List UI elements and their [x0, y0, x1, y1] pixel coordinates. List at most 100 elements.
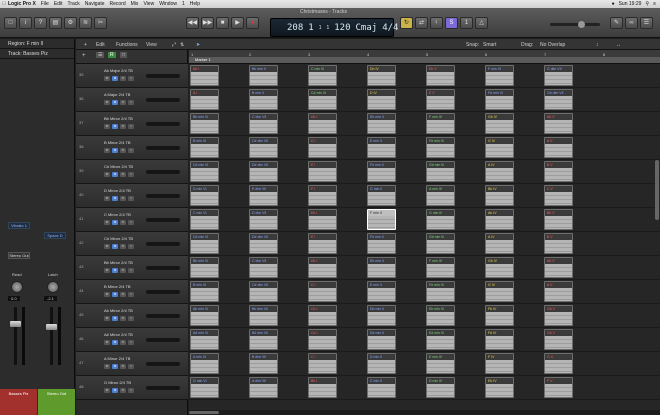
mixer-icon[interactable]: ≋ [79, 17, 92, 29]
forward-icon[interactable]: ▶▶ [201, 17, 214, 29]
midi-region[interactable]: Ab min VI [190, 305, 219, 326]
midi-region[interactable]: B V [544, 233, 573, 254]
region-inspector-header[interactable]: Region: F min II [0, 39, 74, 49]
midi-region[interactable]: G# dim VII [544, 89, 573, 110]
midi-region[interactable]: B V [544, 161, 573, 182]
midi-region[interactable]: C# I [308, 329, 337, 350]
track-volume-slider[interactable] [146, 338, 180, 342]
midi-region[interactable]: C min III [308, 65, 337, 86]
record-enable-button[interactable]: R [104, 148, 110, 153]
solo-button[interactable]: S [120, 124, 126, 129]
input-monitor-button[interactable]: I [128, 172, 134, 177]
menu-1[interactable]: 1 [182, 1, 185, 7]
midi-region[interactable]: Bb V [544, 209, 573, 230]
track-lane[interactable]: D min VI E dim VII F I G min II A min III Bb … [189, 184, 660, 208]
track-name[interactable]: C Minor 2/4 TB [104, 212, 131, 217]
record-enable-button[interactable]: R [104, 316, 110, 321]
track-stack-icon[interactable]: ☰ [96, 52, 105, 58]
midi-region[interactable]: F min VI [485, 65, 514, 86]
midi-region[interactable]: B min VI [190, 281, 219, 302]
snap-select[interactable]: Smart [483, 42, 496, 48]
library-icon[interactable]: □ [4, 17, 17, 29]
midi-region[interactable]: E V [426, 89, 455, 110]
channel-strip-name-a[interactable]: Basses Piz [0, 389, 37, 415]
midi-region[interactable]: Bb IV [485, 185, 514, 206]
midi-region[interactable]: F# min III [426, 281, 455, 302]
track-header[interactable]: 38 B Minor 2/4 TB R M S I [76, 136, 188, 160]
replace-icon[interactable]: ⇄ [415, 17, 428, 29]
track-volume-slider[interactable] [146, 146, 180, 150]
midi-region[interactable]: D min II [367, 353, 396, 374]
track-lane[interactable]: B min VI C# dim VII D I E min II F# min III G… [189, 136, 660, 160]
midi-region[interactable]: Bb min II [249, 65, 278, 86]
track-header[interactable]: 46 A# Minor 2/4 TB R M S I [76, 328, 188, 352]
midi-region[interactable]: F# min II [367, 233, 396, 254]
midi-region[interactable]: D dim VII [249, 209, 278, 230]
midi-region[interactable]: F# min VI [485, 89, 514, 110]
fader-cap-a[interactable] [10, 321, 21, 327]
stop-icon[interactable]: ■ [216, 17, 229, 29]
catch-icon[interactable]: ⤢ [172, 42, 176, 48]
midi-region[interactable]: C dim VII [249, 257, 278, 278]
track-name[interactable]: G Minor 2/4 TB [104, 380, 131, 385]
track-lane[interactable]: G min VI A dim VII Bb I C min II D min III Eb… [189, 376, 660, 400]
metronome-icon[interactable]: △ [475, 17, 488, 29]
track-name[interactable]: Ab Minor 2/4 TB [104, 308, 133, 313]
input-monitor-button[interactable]: I [128, 340, 134, 345]
play-icon[interactable]: ▶ [231, 17, 244, 29]
midi-region[interactable]: G min III [426, 209, 455, 230]
menu-edit[interactable]: Edit [54, 1, 63, 7]
midi-region[interactable]: F min III [426, 257, 455, 278]
midi-region[interactable]: G# min III [426, 161, 455, 182]
mute-button[interactable]: M [112, 148, 118, 153]
track-name[interactable]: B Minor 2/4 TB [104, 140, 131, 145]
midi-region[interactable]: Eb min II [367, 257, 396, 278]
midi-region[interactable]: Ab I [190, 65, 219, 86]
midi-region[interactable]: D min VI [190, 185, 219, 206]
functions-menu[interactable]: Functions [116, 42, 138, 48]
midi-region[interactable]: B# dim VII [249, 329, 278, 350]
add-track-button[interactable]: + [82, 53, 86, 59]
edit-menu[interactable]: Edit [96, 42, 105, 48]
menu-view[interactable]: View [143, 1, 154, 7]
midi-region[interactable]: Eb I [308, 209, 337, 230]
track-name[interactable]: A# Minor 2/4 TB [104, 332, 133, 337]
solo-button[interactable]: S [120, 292, 126, 297]
input-monitor-button[interactable]: I [128, 244, 134, 249]
midi-region[interactable]: A IV [485, 233, 514, 254]
track-volume-slider[interactable] [146, 194, 180, 198]
midi-region[interactable]: F# min II [367, 161, 396, 182]
volume-fader-a[interactable] [14, 307, 17, 365]
cycle-icon[interactable]: ↻ [400, 17, 413, 29]
menu-file[interactable]: File [41, 1, 49, 7]
midi-region[interactable]: C dim VII [249, 113, 278, 134]
countin-icon[interactable]: 1 [460, 17, 473, 29]
record-enable-button[interactable]: R [104, 292, 110, 297]
drag-select[interactable]: No Overlap [540, 42, 565, 48]
track-header[interactable]: 35 Ab Major 2/4 TB R M S I [76, 64, 188, 88]
track-volume-slider[interactable] [146, 170, 180, 174]
midi-region[interactable]: F V [544, 377, 573, 398]
track-name[interactable]: B Minor 2/4 TB [104, 284, 131, 289]
track-lane[interactable]: C min VI D dim VII Eb I F min II G min III Ab… [189, 208, 660, 232]
track-volume-slider[interactable] [146, 74, 180, 78]
track-lane[interactable]: B min VI C# dim VII D I E min II F# min III G… [189, 280, 660, 304]
midi-region[interactable]: Ab V [544, 257, 573, 278]
track-header[interactable]: 44 B Minor 2/4 TB R M S I [76, 280, 188, 304]
midi-region[interactable]: A dim VII [249, 377, 278, 398]
midi-region[interactable]: E dim VII [249, 185, 278, 206]
track-name[interactable]: A Minor 2/4 TB [104, 356, 130, 361]
midi-region[interactable]: B dim VII [249, 353, 278, 374]
midi-region[interactable]: C I [308, 353, 337, 374]
midi-region[interactable]: F IV [485, 353, 514, 374]
record-enable-button[interactable]: R [104, 340, 110, 345]
track-volume-slider[interactable] [146, 314, 180, 318]
midi-region[interactable]: D I [308, 281, 337, 302]
horizontal-scroll-thumb[interactable] [189, 411, 219, 414]
menu-app-name[interactable]: Logic Pro X [8, 1, 36, 7]
master-volume-slider[interactable] [550, 21, 600, 28]
track-inspector-header[interactable]: Track: Basses Piz [0, 49, 74, 59]
midi-region[interactable]: D min III [426, 377, 455, 398]
track-name[interactable]: Bb Minor 2/4 TB [104, 260, 133, 265]
mute-button[interactable]: M [112, 388, 118, 393]
